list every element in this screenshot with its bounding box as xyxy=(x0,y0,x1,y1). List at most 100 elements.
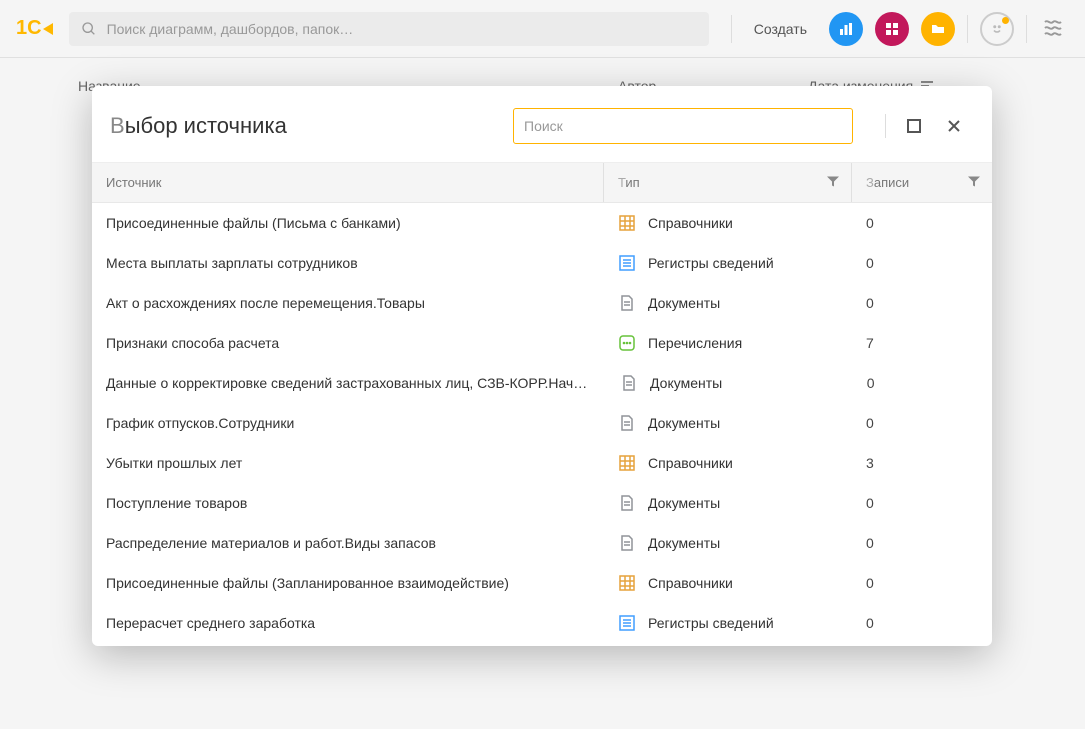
catalog-icon xyxy=(618,574,636,592)
maximize-icon xyxy=(906,118,922,134)
maximize-button[interactable] xyxy=(900,112,928,140)
table-row[interactable]: Присоединенные файлы (Запланированное вз… xyxy=(92,563,992,603)
global-search-input[interactable] xyxy=(107,21,697,37)
table-row[interactable]: Данные о корректировке сведений застрахо… xyxy=(92,363,992,403)
cell-type: Регистры сведений xyxy=(604,254,852,272)
th-source[interactable]: Источник xyxy=(92,163,604,202)
type-label: Справочники xyxy=(648,455,733,471)
cell-records: 0 xyxy=(853,375,992,391)
divider xyxy=(885,114,886,138)
cell-source: Присоединенные файлы (Запланированное вз… xyxy=(92,575,604,591)
menu-button[interactable] xyxy=(1039,12,1069,46)
cell-source: Места выплаты зарплаты сотрудников xyxy=(92,255,604,271)
charts-button[interactable] xyxy=(829,12,863,46)
wave-icon xyxy=(1043,18,1065,36)
type-label: Регистры сведений xyxy=(648,615,774,631)
modal-title: Выбор источника xyxy=(110,113,287,139)
cell-type: Справочники xyxy=(604,574,852,592)
cell-records: 7 xyxy=(852,335,992,351)
table-row[interactable]: Места выплаты зарплаты сотрудников Регист… xyxy=(92,243,992,283)
divider xyxy=(967,15,968,43)
cell-source: Распределение материалов и работ.Виды за… xyxy=(92,535,604,551)
type-label: Документы xyxy=(648,535,720,551)
cell-source: Перерасчет среднего заработка xyxy=(92,615,604,631)
bar-chart-icon xyxy=(838,21,854,37)
type-label: Справочники xyxy=(648,575,733,591)
search-icon xyxy=(81,21,97,37)
cell-source: Поступление товаров xyxy=(92,495,604,511)
register-icon xyxy=(618,614,636,632)
type-label: Регистры сведений xyxy=(648,255,774,271)
cell-records: 0 xyxy=(852,295,992,311)
enum-icon xyxy=(618,334,636,352)
th-records[interactable]: Записи xyxy=(852,163,992,202)
table-row[interactable]: Поступление товаров Документы 0 xyxy=(92,483,992,523)
cell-source: Присоединенные файлы (Письма с банками) xyxy=(92,215,604,231)
th-type-label: Тип xyxy=(618,175,640,190)
table-row[interactable]: Убытки прошлых лет Справочники 3 xyxy=(92,443,992,483)
folders-button[interactable] xyxy=(921,12,955,46)
catalog-icon xyxy=(618,214,636,232)
cell-records: 3 xyxy=(852,455,992,471)
document-icon xyxy=(620,374,638,392)
cell-type: Регистры сведений xyxy=(604,614,852,632)
cell-type: Документы xyxy=(606,374,853,392)
th-records-label: Записи xyxy=(866,175,909,190)
table-row[interactable]: Акт о расхождениях после перемещения.Тов… xyxy=(92,283,992,323)
cell-type: Документы xyxy=(604,414,852,432)
divider xyxy=(731,15,732,43)
cell-records: 0 xyxy=(852,495,992,511)
filter-icon[interactable] xyxy=(968,175,980,190)
cell-source: Данные о корректировке сведений застрахо… xyxy=(92,375,606,391)
modal-search-input[interactable] xyxy=(513,108,853,144)
topbar: 1C Создать xyxy=(0,0,1085,58)
th-source-label: Источник xyxy=(106,175,162,190)
cell-records: 0 xyxy=(852,255,992,271)
modal-header: Выбор источника xyxy=(92,86,992,163)
cell-records: 0 xyxy=(852,615,992,631)
create-button[interactable]: Создать xyxy=(744,15,817,43)
cell-records: 0 xyxy=(852,575,992,591)
table-row[interactable]: Присоединенные файлы (Письма с банками) С… xyxy=(92,203,992,243)
document-icon xyxy=(618,494,636,512)
cell-source: Акт о расхождениях после перемещения.Тов… xyxy=(92,295,604,311)
cell-type: Документы xyxy=(604,494,852,512)
smile-icon xyxy=(988,20,1006,38)
type-label: Документы xyxy=(650,375,722,391)
cell-type: Документы xyxy=(604,534,852,552)
cell-source: Убытки прошлых лет xyxy=(92,455,604,471)
cell-type: Перечисления xyxy=(604,334,852,352)
table-row[interactable]: График отпусков.Сотрудники Документы 0 xyxy=(92,403,992,443)
type-label: Документы xyxy=(648,295,720,311)
close-button[interactable] xyxy=(940,112,968,140)
close-icon xyxy=(946,118,962,134)
table-header: Источник Тип Записи xyxy=(92,163,992,203)
app-logo[interactable]: 1C xyxy=(16,17,53,40)
th-type[interactable]: Тип xyxy=(604,163,852,202)
cell-source: График отпусков.Сотрудники xyxy=(92,415,604,431)
type-label: Справочники xyxy=(648,215,733,231)
global-search[interactable] xyxy=(69,12,709,46)
table-row[interactable]: Перерасчет среднего заработка Регистры св… xyxy=(92,603,992,643)
dashboards-button[interactable] xyxy=(875,12,909,46)
type-label: Документы xyxy=(648,415,720,431)
document-icon xyxy=(618,294,636,312)
cell-type: Справочники xyxy=(604,454,852,472)
cell-type: Справочники xyxy=(604,214,852,232)
cell-records: 0 xyxy=(852,415,992,431)
table-row[interactable]: Признаки способа расчета Перечисления 7 xyxy=(92,323,992,363)
cell-source: Признаки способа расчета xyxy=(92,335,604,351)
grid-icon xyxy=(884,21,900,37)
notifications-button[interactable] xyxy=(980,12,1014,46)
document-icon xyxy=(618,414,636,432)
type-label: Документы xyxy=(648,495,720,511)
table-body: Присоединенные файлы (Письма с банками) С… xyxy=(92,203,992,646)
divider xyxy=(1026,15,1027,43)
filter-icon[interactable] xyxy=(827,175,839,190)
document-icon xyxy=(618,534,636,552)
type-label: Перечисления xyxy=(648,335,742,351)
folder-icon xyxy=(930,21,946,37)
table-row[interactable]: Распределение материалов и работ.Виды за… xyxy=(92,523,992,563)
source-picker-modal: Выбор источника Источник Тип Записи xyxy=(92,86,992,646)
cell-records: 0 xyxy=(852,535,992,551)
